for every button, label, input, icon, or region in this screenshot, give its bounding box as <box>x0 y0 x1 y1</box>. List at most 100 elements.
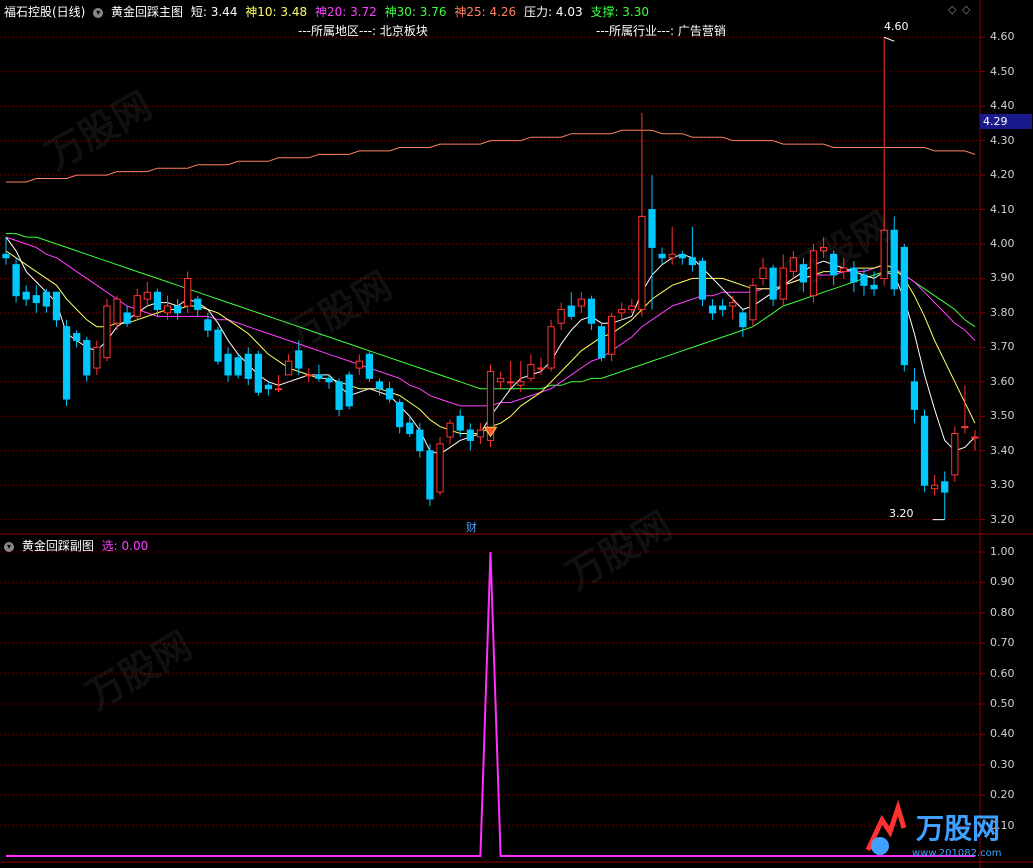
candle-body <box>42 291 51 307</box>
price-tick-label: 3.90 <box>990 271 1015 285</box>
candle-body <box>325 377 333 383</box>
candle-body <box>436 443 444 493</box>
candle-body <box>446 422 454 438</box>
price-tick-label: 4.40 <box>990 99 1015 113</box>
candle-body <box>719 305 727 310</box>
candle-body <box>194 298 202 310</box>
candle-body <box>648 209 656 248</box>
sub-indicator-name[interactable]: 黄金回踩副图 <box>22 539 94 553</box>
candle-body <box>365 353 374 379</box>
sub-tick-label: 1.00 <box>990 545 1015 558</box>
candle-body <box>113 298 121 324</box>
price-tick-label: 4.30 <box>990 133 1015 147</box>
price-tick-label: 3.20 <box>990 512 1015 526</box>
ma20-label: 神20: 3.72 <box>314 5 377 19</box>
ma30-label: 神30: 3.76 <box>384 5 447 19</box>
price-tick-label: 4.00 <box>990 236 1015 250</box>
candle-body <box>910 381 919 410</box>
ma10-label: 神10: 3.48 <box>245 5 308 19</box>
signal-line <box>6 551 975 857</box>
candle-body <box>284 360 293 376</box>
candle-body <box>527 364 535 379</box>
candle-body <box>12 264 20 297</box>
ma25-label: 神25: 4.26 <box>454 5 517 19</box>
candle-body <box>305 374 313 377</box>
sub-tick-label: 0.30 <box>990 757 1015 771</box>
candle-body <box>153 291 162 310</box>
sub-tick-label: 0.80 <box>990 605 1015 619</box>
candle-body <box>496 377 505 383</box>
candle-body <box>698 260 707 300</box>
candle-body <box>335 381 343 410</box>
candle-body <box>103 305 111 359</box>
candle-body <box>769 267 777 300</box>
sub-tick-label: 0.70 <box>990 636 1015 650</box>
candle-body <box>73 333 81 341</box>
candle-body <box>729 302 737 307</box>
candle-body <box>62 326 71 400</box>
price-tick-label: 3.50 <box>990 409 1015 423</box>
candle-body <box>860 274 868 286</box>
candle-body <box>507 381 515 384</box>
current-price-tag: 4.29 <box>980 114 1032 129</box>
price-tick-label: 3.60 <box>990 374 1015 388</box>
candle-body <box>184 277 192 307</box>
candle-body <box>638 215 646 310</box>
candle-body <box>920 415 929 486</box>
short-label: 短: 3.44 <box>190 5 238 19</box>
candle-body <box>607 315 616 355</box>
chevron-down-icon[interactable]: ▾ <box>4 541 14 552</box>
chevron-down-icon[interactable]: ▾ <box>93 7 104 18</box>
signal-arrow-icon <box>483 426 498 438</box>
candle-body <box>426 450 434 500</box>
candle-body <box>385 388 394 400</box>
candle-body <box>143 291 151 300</box>
candle-body <box>951 433 959 476</box>
candle-body <box>123 312 131 324</box>
candle-body <box>173 305 182 314</box>
candle-body <box>739 312 747 328</box>
candle-body <box>577 298 585 307</box>
ma-long-line <box>6 129 976 183</box>
sub-tick-label: 0.60 <box>990 666 1015 680</box>
candle-body <box>22 291 30 300</box>
candle-body <box>870 284 878 290</box>
price-tick-label: 4.50 <box>990 64 1015 78</box>
candle-body <box>396 402 404 428</box>
candle-body <box>133 295 141 317</box>
candle-body <box>668 253 676 259</box>
candle-body <box>658 253 666 259</box>
stock-name[interactable]: 福石控股(日线) <box>4 5 85 19</box>
low-marker-label: 3.20 <box>889 507 914 520</box>
candle-body <box>476 429 485 438</box>
candle-body <box>628 305 636 310</box>
price-tick-label: 3.70 <box>990 340 1015 354</box>
candle-body <box>597 326 606 359</box>
svg-text:万股网: 万股网 <box>916 812 1000 845</box>
candle-body <box>557 308 565 324</box>
indicator-name[interactable]: 黄金回踩主图 <box>111 5 183 19</box>
restore-icon[interactable]: ◇ <box>962 3 970 16</box>
candle-body <box>315 374 323 379</box>
candle-body <box>708 305 717 314</box>
high-marker-label: 4.60 <box>884 20 909 33</box>
sub-tick-label: 0.40 <box>990 727 1015 741</box>
candle-body <box>961 426 969 429</box>
brand-logo: 万股网 www.201082.com <box>860 799 1010 860</box>
svg-text:www.201082.com: www.201082.com <box>912 848 1002 859</box>
finance-event-marker[interactable]: 财 <box>466 519 477 535</box>
candle-body <box>688 257 697 266</box>
chart-canvas[interactable] <box>0 0 1033 868</box>
candle-body <box>678 253 686 259</box>
candle-body <box>416 429 424 452</box>
candle-body <box>759 267 767 279</box>
candle-body <box>214 329 222 362</box>
candle-body <box>264 384 273 390</box>
candle-body <box>406 422 414 435</box>
diamond-icon[interactable]: ◇ <box>948 3 956 16</box>
high-marker-line <box>883 36 895 42</box>
candle-body <box>2 253 10 259</box>
candle-body <box>274 388 283 391</box>
candle-body <box>537 367 545 370</box>
candle-body <box>466 429 474 441</box>
